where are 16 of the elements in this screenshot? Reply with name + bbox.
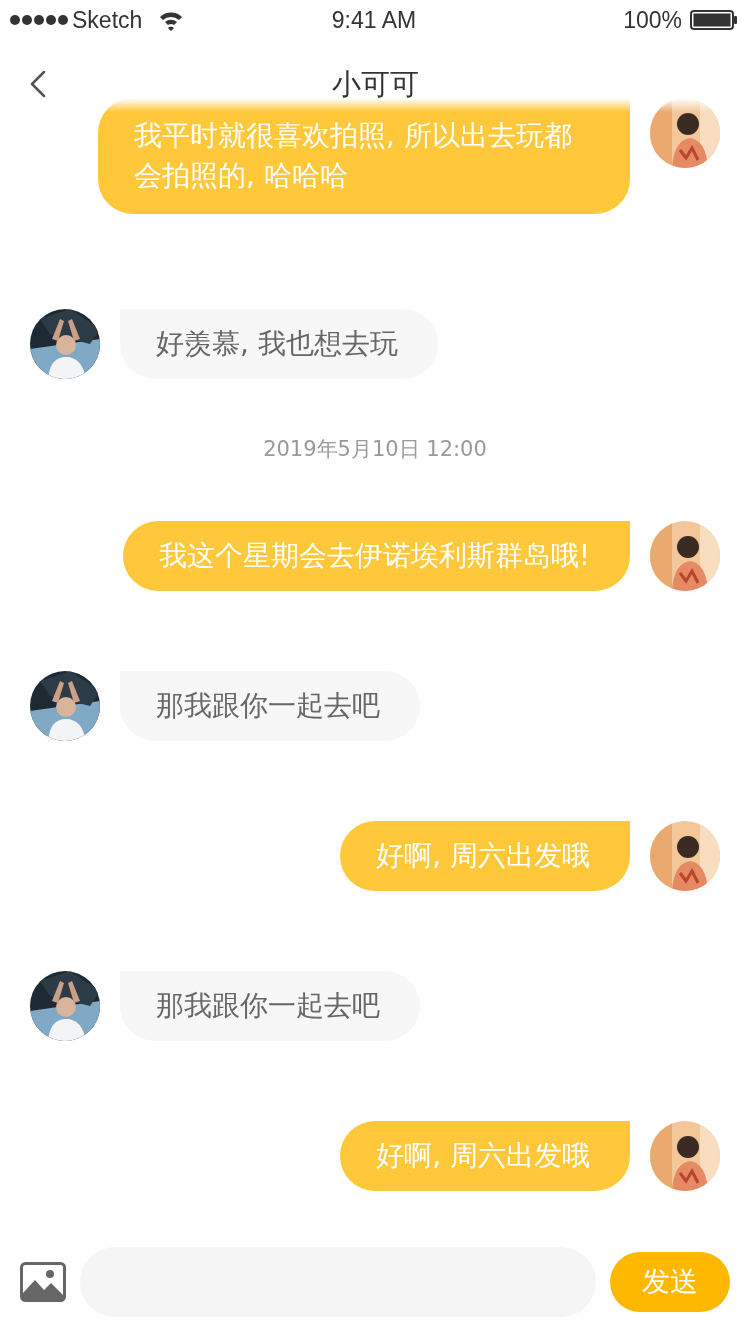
- message-bubble: 那我跟你一起去吧: [120, 971, 420, 1041]
- back-icon[interactable]: [29, 70, 47, 98]
- battery-percent: 100%: [623, 6, 682, 34]
- message-bubble: 我平时就很喜欢拍照, 所以出去玩都会拍照的, 哈哈哈: [98, 98, 630, 214]
- status-time: 9:41 AM: [331, 6, 417, 34]
- signal-icon: [10, 14, 68, 26]
- carrier-name: Sketch: [72, 6, 143, 34]
- message-bubble: 我这个星期会去伊诺埃利斯群岛哦!: [122, 521, 630, 591]
- message-bubble: 那我跟你一起去吧: [120, 671, 420, 741]
- message-bubble: 好啊, 周六出发哦: [340, 1121, 630, 1191]
- image-icon[interactable]: [20, 1262, 66, 1302]
- message-bubble: 好啊, 周六出发哦: [340, 821, 630, 891]
- message-time: 2019年5月10日 12:00: [263, 437, 487, 461]
- send-button[interactable]: 发送: [610, 1252, 730, 1312]
- message-bubble: 好羡慕, 我也想去玩: [120, 309, 438, 379]
- battery-icon: [690, 10, 738, 30]
